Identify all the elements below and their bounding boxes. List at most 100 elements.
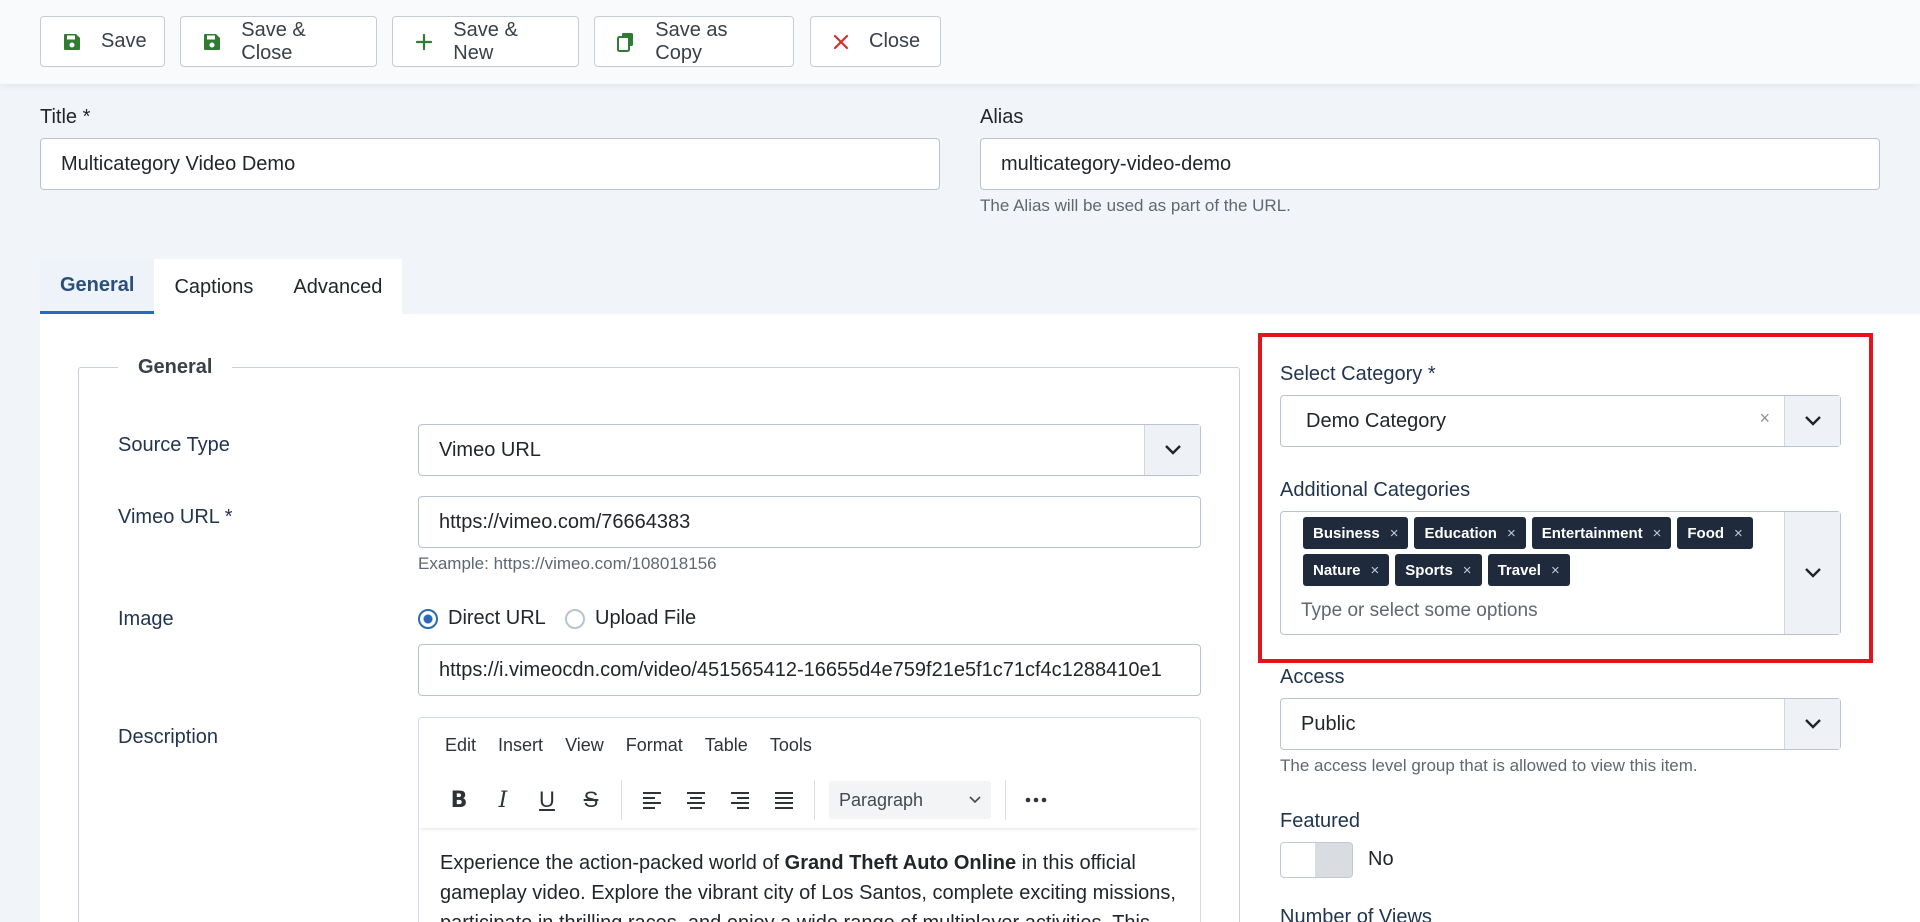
close-label: Close bbox=[869, 30, 921, 52]
select-category-value: Demo Category bbox=[1306, 409, 1447, 432]
close-icon bbox=[833, 32, 849, 52]
fieldset-legend: General bbox=[118, 356, 233, 379]
remove-icon[interactable]: × bbox=[1551, 562, 1560, 579]
toolbar: Save Save & Close Save & New Save as Cop… bbox=[0, 0, 1920, 84]
alias-label: Alias bbox=[980, 106, 1024, 128]
access-label: Access bbox=[1280, 666, 1345, 688]
description-editor: Edit Insert View Format Table Tools B I … bbox=[418, 717, 1201, 922]
menu-format[interactable]: Format bbox=[626, 735, 683, 756]
save-new-label: Save & New bbox=[453, 18, 518, 64]
remove-icon[interactable]: × bbox=[1653, 525, 1662, 542]
tab-advanced[interactable]: Advanced bbox=[273, 259, 402, 315]
tab-captions[interactable]: Captions bbox=[154, 259, 273, 315]
block-format-select[interactable]: Paragraph bbox=[829, 781, 991, 819]
menu-tools[interactable]: Tools bbox=[770, 735, 812, 756]
chevron-down-icon bbox=[1784, 699, 1840, 749]
menu-view[interactable]: View bbox=[565, 735, 604, 756]
category-chip[interactable]: Education × bbox=[1414, 517, 1526, 549]
toolbar-divider bbox=[1005, 780, 1006, 820]
italic-icon[interactable]: I bbox=[481, 780, 525, 820]
access-hint: The access level group that is allowed t… bbox=[1280, 756, 1698, 775]
block-format-value: Paragraph bbox=[839, 789, 924, 810]
image-label: Image bbox=[118, 608, 174, 630]
access-value: Public bbox=[1301, 712, 1356, 735]
chevron-down-icon bbox=[969, 796, 981, 804]
floppy-disk-icon bbox=[203, 32, 221, 52]
radio-direct-url-label: Direct URL bbox=[448, 607, 546, 629]
chevron-down-icon[interactable] bbox=[1784, 512, 1840, 634]
save-as-copy-button[interactable]: Save as Copy bbox=[594, 16, 794, 67]
radio-checked-icon bbox=[418, 608, 438, 629]
save-close-label: Save & Close bbox=[241, 18, 306, 64]
source-type-label: Source Type bbox=[118, 434, 230, 456]
remove-icon[interactable]: × bbox=[1507, 525, 1516, 542]
vimeo-url-label: Vimeo URL * bbox=[118, 506, 233, 528]
bold-icon[interactable]: B bbox=[437, 780, 481, 820]
category-chip[interactable]: Travel × bbox=[1487, 554, 1570, 586]
additional-categories-select[interactable]: Business × Education × Entertainment × Food… bbox=[1280, 511, 1841, 635]
vimeo-url-input[interactable]: https://vimeo.com/76664383 bbox=[418, 496, 1201, 548]
copy-icon bbox=[617, 32, 635, 52]
toggle-knob bbox=[1315, 843, 1352, 877]
remove-icon[interactable]: × bbox=[1371, 562, 1380, 579]
alias-input[interactable]: multicategory-video-demo bbox=[980, 138, 1880, 190]
views-label: Number of Views bbox=[1280, 906, 1432, 922]
remove-icon[interactable]: × bbox=[1734, 525, 1743, 542]
additional-categories-placeholder[interactable]: Type or select some options bbox=[1301, 600, 1538, 622]
image-url-input[interactable]: https://i.vimeocdn.com/video/451565412-1… bbox=[418, 644, 1201, 696]
align-justify-icon[interactable] bbox=[762, 780, 806, 820]
select-category-label: Select Category * bbox=[1280, 363, 1436, 385]
vimeo-url-hint: Example: https://vimeo.com/108018156 bbox=[418, 554, 717, 573]
menu-insert[interactable]: Insert bbox=[498, 735, 543, 756]
remove-icon[interactable]: × bbox=[1390, 525, 1399, 542]
align-center-icon[interactable] bbox=[674, 780, 718, 820]
radio-direct-url[interactable]: Direct URL bbox=[418, 607, 546, 630]
desc-text-before: Experience the action-packed world of bbox=[440, 852, 785, 874]
chip-list: Business × Education × Entertainment × Food… bbox=[1303, 517, 1783, 586]
save-new-button[interactable]: Save & New bbox=[392, 16, 579, 67]
save-close-button[interactable]: Save & Close bbox=[180, 16, 377, 67]
category-chip[interactable]: Sports × bbox=[1395, 554, 1482, 586]
strikethrough-icon[interactable]: S bbox=[569, 780, 613, 820]
chevron-down-icon[interactable] bbox=[1784, 396, 1840, 446]
menu-edit[interactable]: Edit bbox=[445, 735, 476, 756]
floppy-disk-icon bbox=[63, 32, 81, 52]
align-left-icon[interactable] bbox=[630, 780, 674, 820]
category-chip[interactable]: Entertainment × bbox=[1531, 517, 1672, 549]
save-label: Save bbox=[101, 30, 147, 52]
underline-icon[interactable]: U bbox=[525, 780, 569, 820]
editor-content[interactable]: Experience the action-packed world of Gr… bbox=[440, 848, 1190, 922]
close-button[interactable]: Close bbox=[810, 16, 941, 67]
chevron-down-icon bbox=[1144, 425, 1200, 475]
title-label: Title * bbox=[40, 106, 91, 128]
description-label: Description bbox=[118, 726, 219, 748]
radio-upload-file[interactable]: Upload File bbox=[565, 607, 696, 630]
featured-value: No bbox=[1368, 848, 1394, 870]
more-options-icon[interactable] bbox=[1014, 780, 1058, 820]
access-select[interactable]: Public bbox=[1280, 698, 1841, 750]
category-chip[interactable]: Food × bbox=[1677, 517, 1753, 549]
radio-upload-file-label: Upload File bbox=[595, 607, 697, 629]
source-type-select[interactable]: Vimeo URL bbox=[418, 424, 1201, 476]
select-category[interactable]: Demo Category × bbox=[1280, 395, 1841, 447]
tab-general[interactable]: General bbox=[40, 259, 155, 315]
category-chip[interactable]: Nature × bbox=[1303, 554, 1390, 586]
remove-icon[interactable]: × bbox=[1463, 562, 1472, 579]
editor-menubar: Edit Insert View Format Table Tools bbox=[419, 718, 1200, 772]
tab-bar: General Captions Advanced bbox=[40, 259, 403, 315]
toolbar-divider bbox=[814, 780, 815, 820]
radio-unchecked-icon bbox=[565, 608, 585, 629]
desc-text-bold: Grand Theft Auto Online bbox=[784, 852, 1017, 874]
featured-label: Featured bbox=[1280, 810, 1361, 832]
featured-toggle[interactable] bbox=[1280, 842, 1353, 878]
alias-hint: The Alias will be used as part of the UR… bbox=[980, 196, 1291, 215]
menu-table[interactable]: Table bbox=[705, 735, 748, 756]
additional-categories-label: Additional Categories bbox=[1280, 479, 1471, 501]
align-right-icon[interactable] bbox=[718, 780, 762, 820]
title-input[interactable]: Multicategory Video Demo bbox=[40, 138, 940, 190]
save-button[interactable]: Save bbox=[40, 16, 165, 67]
save-copy-label: Save as Copy bbox=[655, 18, 728, 64]
toolbar-divider bbox=[621, 780, 622, 820]
category-chip[interactable]: Business × bbox=[1303, 517, 1409, 549]
clear-icon[interactable]: × bbox=[1759, 408, 1770, 429]
